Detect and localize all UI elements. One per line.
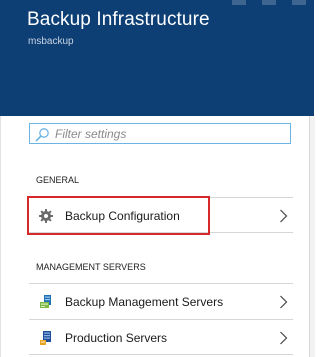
blade-subtitle: msbackup: [28, 36, 74, 47]
blade-title: Backup Infrastructure: [27, 9, 210, 30]
chevron-right-icon: [280, 295, 288, 309]
production-server-icon: [40, 331, 51, 345]
settings-item-label: Backup Management Servers: [65, 295, 224, 309]
pin-button[interactable]: [232, 0, 246, 5]
backup-server-icon: [40, 295, 51, 308]
chevron-right-icon: [280, 331, 288, 345]
search-icon: [35, 128, 49, 142]
maximize-button[interactable]: [262, 0, 276, 5]
blade-header: Backup Infrastructure msbackup: [0, 0, 314, 116]
close-button[interactable]: [292, 0, 306, 5]
section-label-management-servers: MANAGEMENT SERVERS: [36, 262, 146, 272]
scrollbar[interactable]: [309, 116, 315, 357]
section-label-general: GENERAL: [36, 175, 80, 185]
highlight-box: [27, 196, 210, 235]
settings-item-backup-management-servers[interactable]: Backup Management Servers: [29, 283, 293, 319]
settings-item-label: Production Servers: [65, 331, 168, 345]
content-left-border: [0, 116, 1, 357]
filter-settings-input[interactable]: [55, 125, 285, 142]
filter-settings-box[interactable]: [29, 123, 291, 144]
settings-item-production-servers[interactable]: Production Servers: [29, 319, 293, 355]
chevron-right-icon: [280, 209, 288, 223]
